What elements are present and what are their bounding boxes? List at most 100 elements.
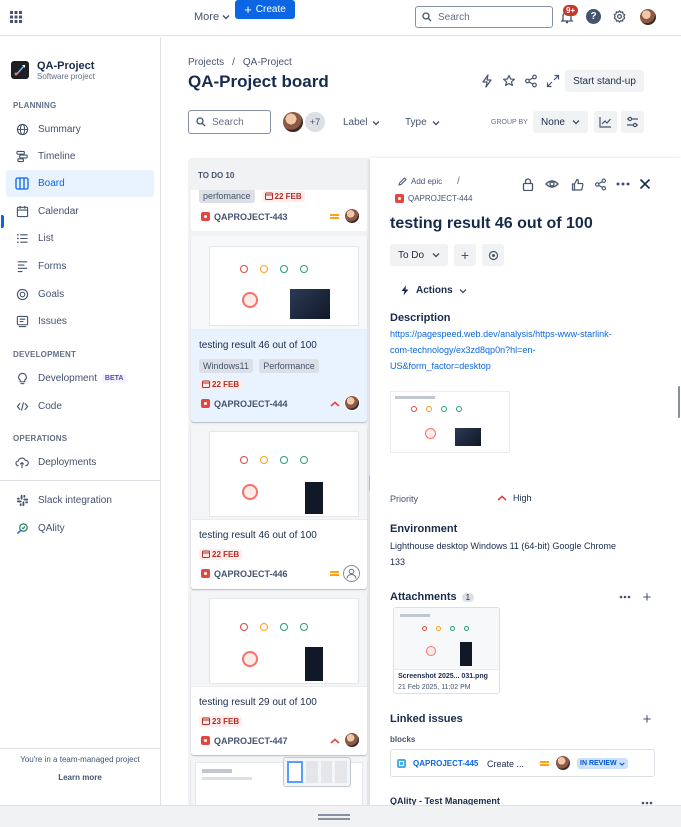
sidebar-item-calendar[interactable]: Calendar [6,198,154,225]
add-epic-button[interactable]: Add epic [398,177,442,186]
add-child-plus-icon[interactable]: + [454,244,476,266]
create-button[interactable]: + Create [235,0,295,19]
sidebar-item-deployments[interactable]: Deployments [6,449,154,476]
description-link[interactable]: https://pagespeed.web.dev/analysis/https… [390,326,612,374]
project-sidebar: QA-Project Software project PLANNING Sum… [0,37,161,805]
sidebar-item-issues[interactable]: Issues [6,308,154,335]
calendar-icon [202,550,210,558]
sidebar-item-summary[interactable]: Summary [6,116,154,143]
more-menu[interactable]: More [194,11,230,23]
breadcrumb-separator: / [457,176,460,187]
more-options-icon[interactable] [616,588,634,606]
thumbs-up-icon[interactable] [568,175,586,193]
profile-avatar[interactable] [639,8,657,26]
project-name[interactable]: QA-Project [37,60,94,72]
sidebar-item-timeline[interactable]: Timeline [6,143,154,170]
assignee-avatar[interactable] [344,395,360,411]
sidebar-item-development[interactable]: Development BETA [6,365,154,392]
issue-key-link[interactable]: QAPROJECT-444 [408,194,472,203]
star-icon[interactable] [502,74,516,88]
sidebar-item-label: Goals [38,289,65,300]
linked-issue-key[interactable]: QAPROJECT-445 [413,759,478,768]
unassigned-avatar-icon[interactable] [343,565,360,582]
scroll-minimap[interactable] [283,757,351,787]
issue-card-444[interactable]: testing result 46 out of 100 Windows11 P… [191,236,367,422]
breadcrumb-project[interactable]: QA-Project [243,57,292,68]
create-label: Create [255,4,286,15]
issues-icon [14,314,30,330]
status-dropdown[interactable]: To Do [390,244,448,266]
sidebar-item-label: Timeline [38,151,76,162]
due-date-badge: 22 FEB [261,190,305,202]
view-settings-icon[interactable] [621,111,644,133]
actions-dropdown[interactable]: Actions [400,285,467,296]
resize-grip-icon[interactable] [318,818,350,820]
issue-card-446[interactable]: testing result 46 out of 100 22 FEB QAPR… [191,425,367,589]
global-search-input[interactable]: Search [415,6,553,28]
add-attachment-plus-icon[interactable]: + [638,588,656,606]
insights-chart-icon[interactable] [594,111,617,133]
bug-type-icon[interactable] [395,194,404,203]
start-standup-button[interactable]: Start stand-up [565,70,644,92]
group-by-dropdown[interactable]: None [533,111,588,133]
issue-card-447[interactable]: testing result 29 out of 100 23 FEB QAPR… [191,592,367,755]
issue-card-443[interactable]: perfomance 22 FEB QAPROJECT-443 [191,190,367,231]
label-filter-dropdown[interactable]: Label [343,117,380,128]
close-icon[interactable] [636,175,654,193]
share-icon[interactable] [591,175,609,193]
lock-icon[interactable] [519,175,537,193]
label-badge: Windows11 [199,359,253,373]
help-icon[interactable]: ? [586,9,601,24]
attachment-date: 21 Feb 2025, 11:02 PM [398,684,471,691]
assignee-avatar[interactable] [344,732,360,748]
search-icon [422,12,432,22]
attachment-filename: Screenshot 2025... 031.png [398,673,488,680]
due-date-badge: 23 FEB [199,715,243,727]
board-icon [14,176,30,192]
sidebar-item-goals[interactable]: Goals [6,281,154,308]
page-title: QA-Project board [188,72,329,91]
issue-key: QAPROJECT-447 [214,736,288,746]
app-switcher-icon[interactable] [10,11,22,23]
apps-icon[interactable] [482,244,504,266]
share-icon[interactable] [524,74,538,88]
issue-title[interactable]: testing result 46 out of 100 [390,215,593,233]
screenshot-thumbnail [209,598,359,684]
settings-gear-icon[interactable] [612,9,627,24]
type-filter-dropdown[interactable]: Type [405,117,440,128]
linked-status-lozenge[interactable]: IN REVIEW [577,758,628,769]
sidebar-item-forms[interactable]: Forms [6,253,154,280]
sidebar-item-list[interactable]: List [6,225,154,252]
sidebar-item-slack-integration[interactable]: Slack integration [6,487,154,514]
label-badge: perfomance [199,190,255,203]
sidebar-item-qality[interactable]: QAlity [6,515,154,542]
priority-high-icon [330,738,340,744]
task-type-icon [397,759,406,768]
bug-type-icon [201,569,210,578]
assignee-avatar[interactable] [344,208,360,224]
description-image[interactable] [390,391,510,453]
sidebar-item-board[interactable]: Board [6,170,154,197]
more-assignees-button[interactable]: +7 [304,111,326,133]
environment-heading: Environment [390,523,458,535]
priority-value[interactable]: High [497,493,532,503]
linked-issue-row[interactable]: QAPROJECT-445 Create ... IN REVIEW [390,749,655,777]
board-search-input[interactable]: Search [188,110,271,134]
add-link-plus-icon[interactable]: + [638,710,656,728]
watch-eye-icon[interactable] [543,175,561,193]
environment-line: 133 [390,557,406,567]
due-date-wrap: 22 FEB [199,377,243,391]
assignee-avatar-filter[interactable] [282,111,304,133]
attachment-card[interactable]: Screenshot 2025... 031.png 21 Feb 2025, … [393,607,500,694]
sidebar-item-label: Calendar [38,206,79,217]
attachments-count-badge: 1 [461,592,475,602]
search-placeholder: Search [212,116,244,128]
automation-lightning-icon[interactable] [480,74,494,88]
environment-text[interactable]: Lighthouse desktop Windows 11 (64-bit) G… [390,538,616,570]
more-actions-icon[interactable] [614,175,632,193]
breadcrumb-projects[interactable]: Projects [188,57,224,68]
fullscreen-icon[interactable] [546,74,560,88]
learn-more-link[interactable]: Learn more [0,773,160,782]
window-edge-handle[interactable] [678,386,680,418]
sidebar-item-code[interactable]: Code [6,393,154,420]
